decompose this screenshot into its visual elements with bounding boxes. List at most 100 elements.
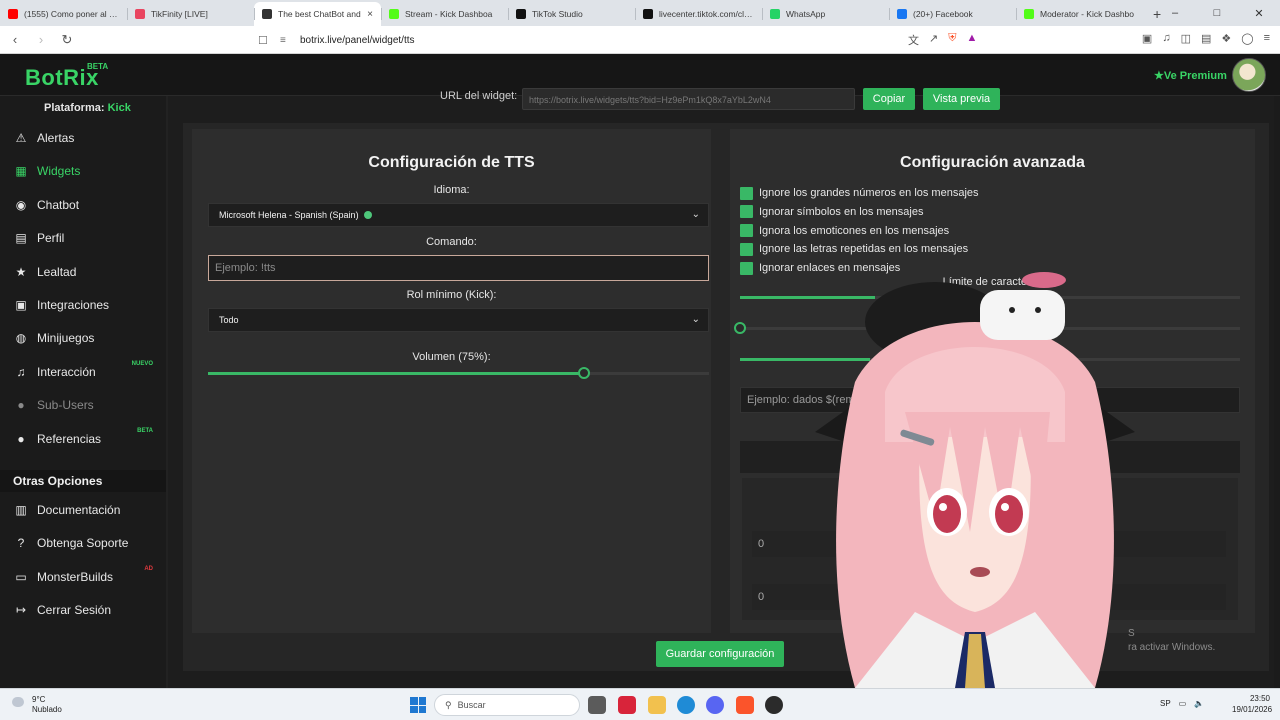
bookmark-icon[interactable]: ☐ <box>258 34 280 47</box>
browser-tab[interactable]: (1555) Como poner al bot <box>0 2 127 26</box>
brave-rewards-icon[interactable]: ▲ <box>966 32 977 48</box>
browser-tab[interactable]: The best ChatBot and × <box>254 2 381 26</box>
sidebar-item-chatbot[interactable]: ◉ Chatbot <box>13 194 163 216</box>
language-indicator[interactable]: SP <box>1160 699 1171 708</box>
brave-shield-icon[interactable]: ⛨ <box>948 32 956 48</box>
task-view-icon[interactable] <box>588 696 606 714</box>
translate-icon[interactable]: 文 <box>908 32 919 48</box>
slider-handle[interactable] <box>734 322 746 334</box>
browser-tab-bar: (1555) Como poner al bot TikFinity [LIVE]… <box>0 0 1280 26</box>
ignore-option-checkbox[interactable]: Ignore los grandes números en los mensaj… <box>740 186 979 200</box>
browser-tab[interactable]: TikFinity [LIVE] <box>127 2 254 26</box>
browser-tab[interactable]: WhatsApp <box>762 2 889 26</box>
sidebar-item-documentacin[interactable]: ▥ Documentación <box>13 499 163 521</box>
vpn-icon[interactable]: ◯ <box>1241 32 1253 45</box>
sidebar-toggle-icon[interactable]: ▣ <box>1142 32 1152 45</box>
command-input[interactable]: Ejemplo: !tts <box>208 255 709 281</box>
display-icon[interactable]: ▭ <box>1179 699 1187 708</box>
browser-tab[interactable]: (20+) Facebook <box>889 2 1016 26</box>
sidebar-item-subusers[interactable]: ● Sub-Users <box>13 394 163 416</box>
window-controls: – □ ✕ <box>1154 0 1280 26</box>
cloud-icon <box>12 697 24 707</box>
checkbox-label: Ignora los emoticones en los mensajes <box>759 224 950 237</box>
sidebar-item-referencias[interactable]: ● Referencias BETA <box>13 428 163 450</box>
go-premium-link[interactable]: ★Ve Premium <box>1154 69 1227 82</box>
sidebar: Plataforma: Kick Otras Opciones ⚠ Alertas… <box>0 96 166 688</box>
share-icon[interactable]: ↗ <box>929 32 938 48</box>
ignore-option-checkbox[interactable]: Ignorar símbolos en los mensajes <box>740 205 923 219</box>
sidebar-item-perfil[interactable]: ▤ Perfil <box>13 227 163 249</box>
sidebar-item-lealtad[interactable]: ★ Lealtad <box>13 261 163 283</box>
weather-widget[interactable]: 9°C Nublado <box>12 695 62 715</box>
platform-value: Kick <box>107 102 131 114</box>
brave-icon[interactable] <box>736 696 754 714</box>
minimize-icon[interactable]: – <box>1154 0 1196 26</box>
sidebar-item-widgets[interactable]: ▦ Widgets <box>13 160 163 182</box>
discord-icon[interactable] <box>706 696 724 714</box>
puzzle-icon[interactable]: ❖ <box>1221 32 1231 45</box>
checkbox-checked-icon[interactable] <box>740 224 753 238</box>
taskbar-search[interactable]: ⚲ Buscar <box>434 694 580 716</box>
app-icon[interactable] <box>765 696 783 714</box>
sidebar-item-label: Obtenga Soporte <box>37 536 129 551</box>
reload-icon[interactable]: ↻ <box>56 32 78 48</box>
volume-label: Volumen (75%): <box>412 351 491 363</box>
forward-icon[interactable]: › <box>30 32 52 47</box>
sidebar-item-label: Documentación <box>37 503 121 517</box>
maximize-icon[interactable]: □ <box>1196 0 1238 26</box>
edge-icon[interactable] <box>677 696 695 714</box>
media-icon[interactable]: ♫ <box>1162 32 1170 45</box>
site-info-icon[interactable]: ≡ <box>280 35 300 46</box>
volume-slider[interactable] <box>208 367 709 379</box>
tab-favicon-icon <box>1024 9 1034 19</box>
close-window-icon[interactable]: ✕ <box>1238 0 1280 26</box>
sidebar-item-monsterbuilds[interactable]: ▭ MonsterBuilds AD <box>13 566 163 588</box>
checkbox-checked-icon[interactable] <box>740 186 753 200</box>
sidebar-item-label: Interacción <box>37 364 96 379</box>
section-title: Otras Opciones <box>0 470 166 492</box>
language-select[interactable]: Microsoft Helena - Spanish (Spain) ⌄ <box>208 203 709 227</box>
sidebar-item-obtengasoporte[interactable]: ? Obtenga Soporte <box>13 532 163 554</box>
taskbar-clock[interactable]: 23:50 19/01/2026 <box>1232 693 1272 715</box>
tab-favicon-icon <box>516 9 526 19</box>
users-icon: ● <box>17 431 25 446</box>
ignore-option-checkbox[interactable]: Ignora los emoticones en los mensajes <box>740 224 949 238</box>
users-icon: ● <box>17 398 25 413</box>
voice-status-dot <box>363 211 372 219</box>
user-avatar[interactable] <box>1232 58 1266 92</box>
checkbox-checked-icon[interactable] <box>740 205 753 219</box>
sidebar-item-alertas[interactable]: ⚠ Alertas <box>13 127 163 149</box>
menu-icon[interactable]: ≡ <box>1264 32 1270 45</box>
command-label: Comando: <box>426 236 477 248</box>
back-icon[interactable]: ‹ <box>4 32 26 47</box>
volume-icon[interactable]: 🔈 <box>1194 699 1204 708</box>
browser-tab[interactable]: Moderator - Kick Dashbo <box>1016 2 1143 26</box>
widget-url-label: URL del widget: <box>440 90 518 102</box>
url-field[interactable]: ☐ ≡ botrix.live/panel/widget/tts <box>258 30 1000 50</box>
sidebar-item-integraciones[interactable]: ▣ Integraciones <box>13 294 163 316</box>
reader-icon[interactable]: ◫ <box>1181 32 1191 45</box>
sidebar-item-minijuegos[interactable]: ◍ Minijuegos <box>13 327 163 349</box>
sidebar-item-cerrarsesin[interactable]: ↦ Cerrar Sesión <box>13 599 163 621</box>
browser-tab[interactable]: livecenter.tiktok.com/clips <box>635 2 762 26</box>
wallet-icon[interactable]: ▤ <box>1201 32 1211 45</box>
checkbox-checked-icon[interactable] <box>740 261 753 275</box>
copy-button[interactable]: Copiar <box>863 88 915 110</box>
ignore-option-checkbox[interactable]: Ignore las letras repetidas en los mensa… <box>740 242 968 256</box>
tab-title: TikFinity [LIVE] <box>151 9 208 19</box>
language-label: Idioma: <box>433 184 470 196</box>
volume-slider-handle[interactable] <box>577 367 590 379</box>
close-tab-icon[interactable]: × <box>367 9 373 20</box>
antivirus-icon[interactable] <box>618 696 636 714</box>
browser-tab[interactable]: TikTok Studio <box>508 2 635 26</box>
sidebar-item-interaccin[interactable]: ♫ Interacción NUEVO <box>13 361 163 383</box>
preview-button[interactable]: Vista previa <box>923 88 1000 110</box>
checkbox-checked-icon[interactable] <box>740 242 753 256</box>
file-explorer-icon[interactable] <box>648 696 666 714</box>
trophy-icon: ★ <box>15 264 27 279</box>
browser-tab[interactable]: Stream - Kick Dashboa <box>381 2 508 26</box>
widget-url-field[interactable]: https://botrix.live/widgets/tts?bid=Hz9e… <box>522 88 855 110</box>
save-config-button[interactable]: Guardar configuración <box>656 641 784 667</box>
min-role-select[interactable]: Todo ⌄ <box>208 308 709 332</box>
windows-start-icon[interactable] <box>410 697 426 713</box>
